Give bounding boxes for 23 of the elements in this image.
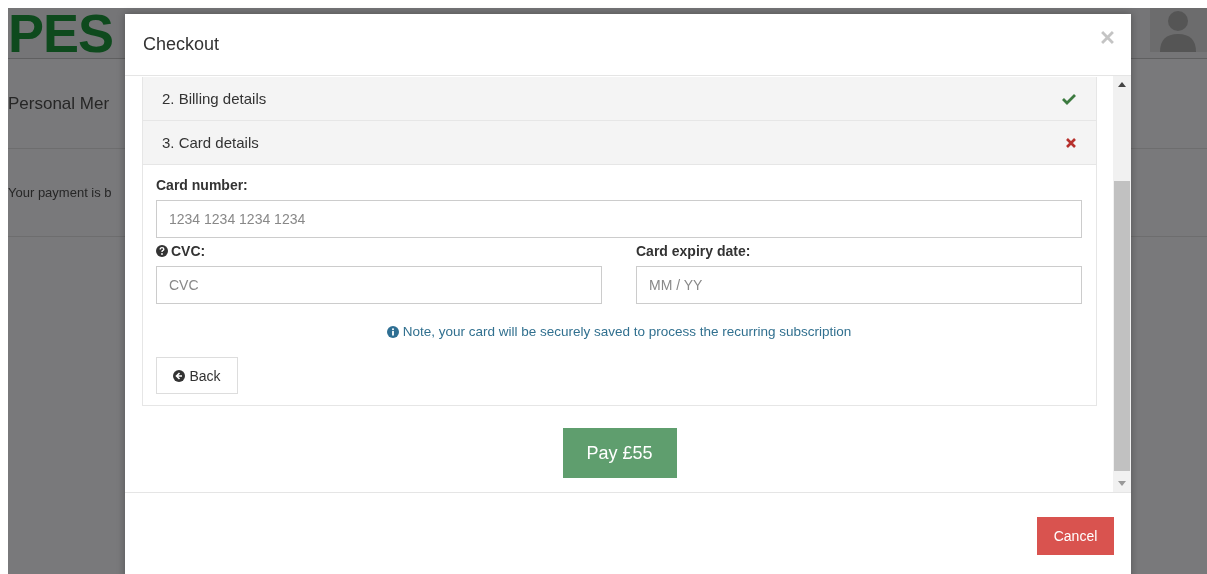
- close-icon[interactable]: [1101, 31, 1114, 44]
- step-header[interactable]: 3. Card details: [143, 121, 1096, 165]
- info-icon: [386, 325, 399, 338]
- cvc-field[interactable]: CVC: [156, 266, 602, 304]
- card-number-field[interactable]: 1234 1234 1234 1234: [156, 200, 1082, 238]
- field-label: Card expiry date:: [636, 243, 751, 259]
- scroll-up-icon[interactable]: [1118, 82, 1126, 87]
- field-label: CVC:: [171, 243, 206, 259]
- back-arrow-icon: [173, 369, 186, 382]
- logo: PES: [8, 6, 114, 60]
- back-button[interactable]: Back: [156, 357, 238, 394]
- dialog-title: Checkout: [143, 34, 220, 55]
- step-header[interactable]: 2. Billing details: [143, 77, 1096, 121]
- help-icon[interactable]: [156, 245, 168, 257]
- expiry-field[interactable]: MM / YY: [636, 266, 1082, 304]
- scroll-down-icon[interactable]: [1118, 481, 1126, 486]
- field-label: Card number:: [156, 177, 249, 193]
- note-text: Note, your card will be securely saved to process the recurring subscription: [402, 324, 852, 339]
- cancel-button[interactable]: Cancel: [1037, 517, 1114, 555]
- scrollbar[interactable]: [1113, 76, 1131, 492]
- page-heading: Personal Mer: [8, 93, 110, 114]
- payment-message: Your payment is b: [8, 185, 112, 200]
- avatar-icon[interactable]: [1150, 8, 1207, 52]
